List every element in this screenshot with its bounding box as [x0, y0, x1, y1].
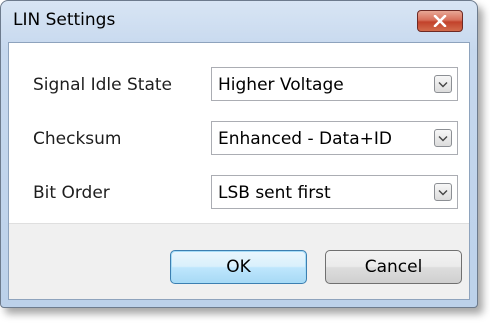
window-title: LIN Settings	[13, 10, 116, 30]
chevron-down-icon[interactable]	[434, 75, 452, 93]
row-signal-idle-state: Signal Idle State Higher Voltage	[9, 67, 469, 101]
cancel-button[interactable]: Cancel	[325, 250, 462, 284]
lin-settings-dialog: LIN Settings Signal Idle State Higher Vo…	[0, 0, 478, 308]
checksum-dropdown[interactable]: Enhanced - Data+ID	[211, 121, 458, 155]
chevron-down-icon[interactable]	[434, 183, 452, 201]
chevron-down-icon[interactable]	[434, 129, 452, 147]
signal-idle-state-label: Signal Idle State	[33, 75, 173, 95]
row-checksum: Checksum Enhanced - Data+ID	[9, 121, 469, 155]
checksum-label: Checksum	[33, 129, 122, 149]
signal-idle-state-value: Higher Voltage	[218, 75, 344, 95]
row-bit-order: Bit Order LSB sent first	[9, 175, 469, 209]
ok-button[interactable]: OK	[170, 250, 307, 284]
title-bar[interactable]: LIN Settings	[1, 1, 477, 39]
close-button[interactable]	[417, 10, 463, 32]
close-icon	[433, 15, 447, 27]
checksum-value: Enhanced - Data+ID	[218, 129, 392, 149]
dialog-body: Signal Idle State Higher Voltage Checksu…	[8, 42, 470, 300]
settings-panel: Signal Idle State Higher Voltage Checksu…	[9, 43, 469, 224]
bit-order-dropdown[interactable]: LSB sent first	[211, 175, 458, 209]
bit-order-label: Bit Order	[33, 183, 110, 203]
bit-order-value: LSB sent first	[218, 183, 331, 203]
signal-idle-state-dropdown[interactable]: Higher Voltage	[211, 67, 458, 101]
